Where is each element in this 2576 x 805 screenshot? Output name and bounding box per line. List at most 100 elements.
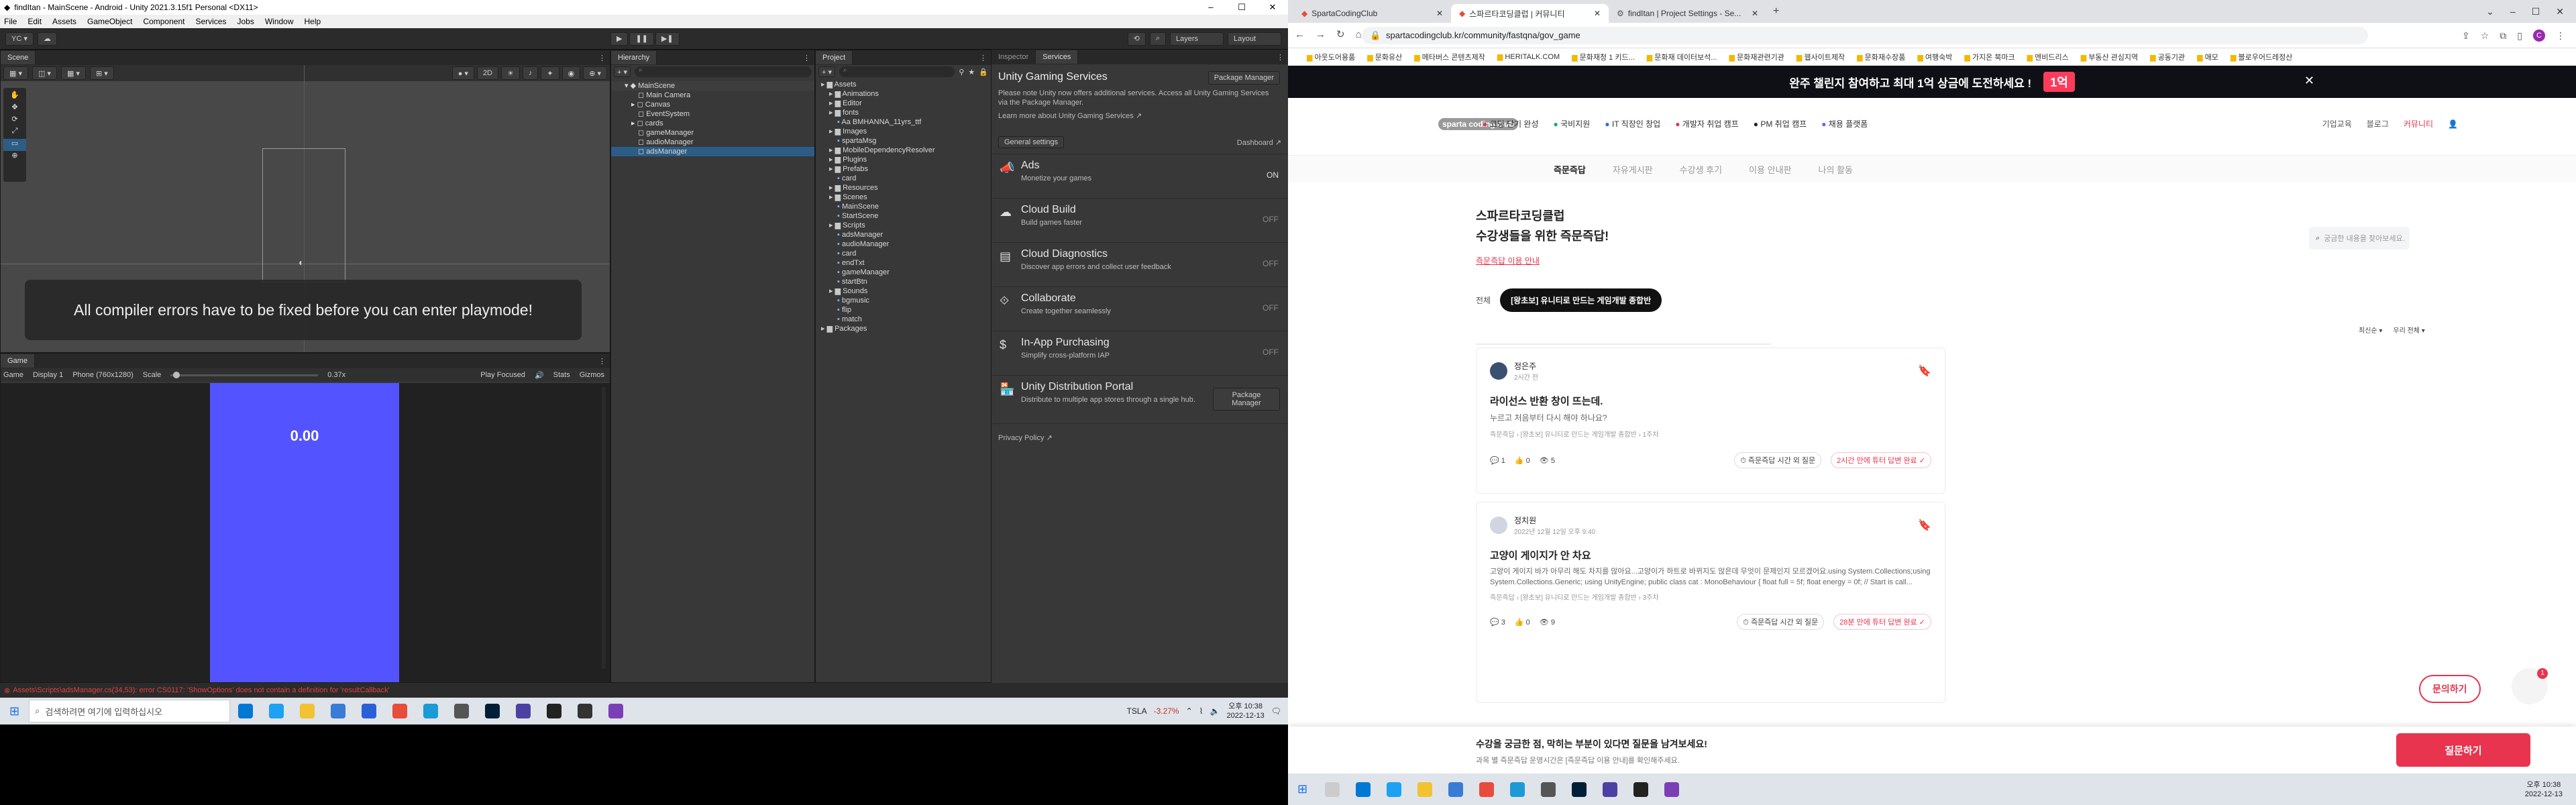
user-icon[interactable]: 👤: [2448, 119, 2458, 129]
qna-guide-link[interactable]: 즉문즉답 이용 안내: [1476, 255, 1609, 266]
more-icon[interactable]: ⋮: [803, 54, 810, 62]
light-icon[interactable]: ☀: [501, 66, 520, 80]
project-asset[interactable]: ▪ StartScene: [816, 211, 991, 221]
sort-dropdown[interactable]: 최신순 ▾: [2359, 325, 2382, 335]
game-view[interactable]: 0.00: [1, 383, 610, 682]
project-asset[interactable]: ▪ card: [816, 174, 991, 183]
display-dropdown[interactable]: Game: [3, 371, 23, 379]
tree-item[interactable]: ▾ ◆ MainScene: [611, 81, 814, 91]
project-asset[interactable]: ▪ MainScene: [816, 202, 991, 211]
bookmark-icon[interactable]: 🔖: [1918, 519, 1931, 532]
project-folder[interactable]: ▸ ▆ Sounds: [816, 286, 991, 296]
subnav-qna[interactable]: 즉문즉답: [1554, 163, 1586, 176]
subnav-guide[interactable]: 이용 안내판: [1749, 163, 1791, 176]
tab-hierarchy[interactable]: Hierarchy: [611, 51, 657, 64]
bookmark-item[interactable]: ▆ 블로우어드레정산: [2231, 52, 2292, 62]
site-nav-item[interactable]: ● 국비지원: [1554, 118, 1591, 129]
network-icon[interactable]: ⌇: [1199, 706, 1203, 716]
community-search-input[interactable]: ⌕ 궁금한 내용을 찾아보세요.: [2309, 227, 2410, 250]
tree-item[interactable]: ◻ EventSystem: [611, 109, 814, 119]
file-explorer-icon[interactable]: [300, 704, 315, 718]
maximize-button[interactable]: ☐: [2532, 6, 2540, 17]
package-manager-button[interactable]: Package Manager: [1208, 71, 1280, 85]
project-asset[interactable]: ▪ Aa BMHANNA_11yrs_ttf: [816, 117, 991, 127]
pause-button[interactable]: ❚❚: [629, 32, 654, 46]
close-button[interactable]: ✕: [1257, 2, 1288, 13]
edge-icon[interactable]: [1387, 782, 1402, 797]
tray-chevron-icon[interactable]: ⌃: [1186, 706, 1193, 716]
ask-question-button[interactable]: 질문하기: [2396, 733, 2530, 767]
scene-view[interactable]: ▦ ▾ ◫ ▾ ▦ ▾ ⊞ ▾ ● ▾ 2D ☀ ♪ ✦ ◉ ⊕ ▾ ✋ ✥ ⟳…: [1, 65, 610, 352]
create-asset-button[interactable]: + ▾: [818, 66, 836, 77]
contact-button[interactable]: 문의하기: [2419, 675, 2481, 703]
mute-audio-icon[interactable]: 🔊: [535, 371, 544, 380]
photoshop-icon[interactable]: [485, 704, 500, 718]
bookmark-item[interactable]: ▆ HERITALK.COM: [1497, 52, 1560, 61]
bookmark-item[interactable]: ▆ 가지온 북마크: [1964, 52, 2015, 62]
star-icon[interactable]: ★: [968, 68, 975, 76]
project-asset[interactable]: ▪ match: [816, 315, 991, 324]
stock-ticker[interactable]: TSLA: [1127, 706, 1147, 716]
nav-corporate[interactable]: 기업교육: [2322, 118, 2352, 129]
taskbar-search-input[interactable]: ⌕ 검색하려면 여기에 입력하십시오: [29, 700, 231, 722]
bookmark-item[interactable]: ▆ 여행숙박: [1917, 52, 1952, 62]
audio-icon[interactable]: ♪: [522, 66, 539, 80]
bookmark-item[interactable]: ▆ 문화재관련기관: [1729, 52, 1784, 62]
task-view-icon[interactable]: [238, 704, 254, 718]
menu-help[interactable]: Help: [305, 17, 321, 26]
shading-dropdown[interactable]: ● ▾: [451, 66, 474, 80]
gizmos-icon[interactable]: ⊕ ▾: [583, 66, 607, 80]
app-icon[interactable]: [423, 704, 439, 718]
tab-scene[interactable]: Scene: [1, 51, 36, 64]
project-asset[interactable]: ▪ startBtn: [816, 277, 991, 286]
more-icon[interactable]: ⋮: [1277, 53, 1284, 62]
stats-button[interactable]: Stats: [553, 371, 570, 379]
app-icon[interactable]: [1541, 782, 1556, 797]
search-icon[interactable]: [1325, 782, 1340, 797]
project-folder[interactable]: ▸ ▆ Plugins: [816, 155, 991, 164]
clock[interactable]: 오후 10:38 2022-12-13: [2525, 780, 2576, 799]
menu-window[interactable]: Window: [265, 17, 294, 26]
volume-icon[interactable]: 🔈: [1210, 706, 1220, 716]
2d-toggle[interactable]: 2D: [476, 66, 498, 80]
app-icon[interactable]: [516, 704, 531, 718]
unity-hub-icon[interactable]: [1633, 782, 1649, 797]
account-button[interactable]: YC ▾: [5, 32, 34, 46]
bookmark-item[interactable]: ▆ 애모: [2197, 52, 2218, 62]
tab-inspector[interactable]: Inspector: [991, 50, 1036, 64]
hierarchy-search-input[interactable]: ⌕: [635, 66, 812, 77]
tree-item-selected[interactable]: ◻ adsManager: [611, 147, 814, 156]
subnav-reviews[interactable]: 수강생 후기: [1680, 163, 1722, 176]
service-cloud-diagnostics[interactable]: ▤ Cloud Diagnostics Discover app errors …: [991, 243, 1288, 287]
reload-icon[interactable]: ↻: [1336, 28, 1345, 40]
rect-tool-icon[interactable]: ▭: [3, 139, 26, 151]
service-iap[interactable]: $ In-App Purchasing Simplify cross-platf…: [991, 331, 1288, 376]
menu-services[interactable]: Services: [195, 17, 226, 26]
tree-item[interactable]: ▸ ◻ cards: [611, 119, 814, 128]
more-icon[interactable]: ⋮: [598, 54, 606, 62]
app-icon[interactable]: [1510, 782, 1525, 797]
app-icon[interactable]: [454, 704, 470, 718]
camera-icon[interactable]: ◉: [561, 66, 581, 80]
browser-tab[interactable]: ◆ SpartaCodingClub ✕: [1293, 4, 1451, 23]
history-icon[interactable]: ⟲: [1127, 32, 1146, 46]
scope-dropdown[interactable]: 우리 전체 ▾: [2393, 325, 2424, 335]
subnav-free-board[interactable]: 자유게시판: [1613, 163, 1653, 176]
scale-slider-handle[interactable]: [173, 371, 180, 378]
menu-jobs[interactable]: Jobs: [237, 17, 254, 26]
notification-icon[interactable]: 🗨: [1271, 706, 1281, 716]
tab-services[interactable]: Services: [1036, 50, 1079, 64]
chrome-icon[interactable]: [1479, 782, 1495, 797]
bookmark-item[interactable]: ▆ 엔비드리스: [2027, 52, 2069, 62]
minimize-button[interactable]: –: [1195, 2, 1226, 13]
nav-blog[interactable]: 블로그: [2367, 118, 2389, 129]
add-object-button[interactable]: + ▾: [614, 66, 631, 77]
edge-icon[interactable]: [269, 704, 284, 718]
bookmark-item[interactable]: ▆ 문화유산: [1367, 52, 1402, 62]
more-icon[interactable]: ⋮: [979, 54, 987, 62]
tree-item[interactable]: ◻ Main Camera: [611, 91, 814, 100]
chrome-menu-icon[interactable]: ⋮: [2556, 30, 2565, 42]
search-icon[interactable]: ⌕: [1149, 32, 1166, 46]
scale-tool-icon[interactable]: ⤢: [3, 127, 26, 139]
filter-icon[interactable]: ⚲: [959, 68, 964, 76]
